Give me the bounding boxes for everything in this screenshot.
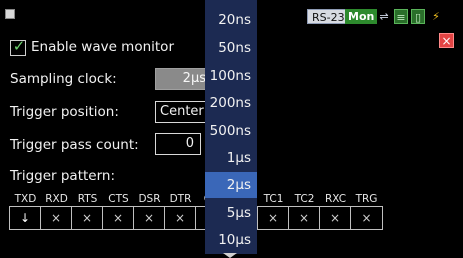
pattern-cell-dtr[interactable]: × — [165, 207, 196, 229]
pattern-cell-rts[interactable]: × — [72, 207, 103, 229]
wave-monitor-settings-screen: RS-232C Mon ⇌ ≡ ▯ ⚡ × ✓ Enable wave moni… — [0, 0, 463, 258]
signal-label-rts: RTS — [77, 193, 98, 205]
signal-label-dsr: DSR — [138, 193, 161, 205]
signal-label-dtr: DTR — [169, 193, 192, 205]
power-icon: ⚡ — [432, 10, 440, 23]
pattern-cell-tc2[interactable]: × — [289, 207, 320, 229]
signal-label-trg: TRG — [355, 193, 378, 205]
pattern-cell-rxd[interactable]: × — [41, 207, 72, 229]
lan-icon: ≡ — [394, 9, 408, 24]
trigger-pass-count-label: Trigger pass count: — [10, 137, 139, 153]
signal-label-tc1: TC1 — [263, 193, 284, 205]
close-button[interactable]: × — [439, 33, 454, 48]
pattern-cell-tc1[interactable]: × — [258, 207, 289, 229]
wave-monitor-label: Enable wave monitor — [31, 39, 174, 55]
sampling-clock-label: Sampling clock: — [10, 71, 117, 87]
sampling-clock-dropdown: 20ns 50ns 100ns 200ns 500ns 1μs 2μs 5μs … — [205, 0, 257, 254]
dropdown-option-500ns[interactable]: 500ns — [205, 118, 257, 144]
trigger-position-label: Trigger position: — [10, 104, 119, 120]
cable-icon: ⇌ — [379, 10, 389, 23]
dropdown-option-10us[interactable]: 10μs — [205, 227, 257, 253]
signal-label-tc2: TC2 — [294, 193, 315, 205]
dropdown-option-1us[interactable]: 1μs — [205, 145, 257, 171]
dropdown-option-50ns[interactable]: 50ns — [205, 35, 257, 61]
sd-card-icon: ▯ — [411, 9, 425, 24]
signal-label-cts: CTS — [108, 193, 129, 205]
dropdown-option-100ns[interactable]: 100ns — [205, 63, 257, 89]
pattern-cell-rxc[interactable]: × — [320, 207, 351, 229]
mode-badge: Mon — [345, 9, 378, 24]
signal-label-rxd: RXD — [45, 193, 68, 205]
pattern-cell-txd[interactable]: ↓ — [10, 207, 41, 229]
dropdown-option-5us[interactable]: 5μs — [205, 200, 257, 226]
pattern-cell-trg[interactable]: × — [351, 207, 382, 229]
trigger-pattern-grid: ↓ × × × × × × × × × × × — [9, 206, 383, 230]
wave-monitor-checkbox[interactable]: ✓ — [10, 37, 26, 56]
trigger-pass-count-input[interactable]: 0 — [155, 133, 201, 155]
scroll-down-arrow-icon[interactable] — [223, 253, 237, 258]
trigger-pattern-label: Trigger pattern: — [10, 168, 116, 184]
menu-square-icon[interactable] — [5, 9, 15, 19]
pattern-cell-cts[interactable]: × — [103, 207, 134, 229]
dropdown-option-200ns[interactable]: 200ns — [205, 90, 257, 116]
dropdown-option-20ns[interactable]: 20ns — [205, 7, 257, 33]
dropdown-option-2us[interactable]: 2μs — [205, 172, 257, 198]
pattern-cell-dsr[interactable]: × — [134, 207, 165, 229]
checkmark-icon: ✓ — [12, 37, 26, 55]
signal-label-txd: TXD — [14, 193, 37, 205]
signal-label-rxc: RXC — [324, 193, 347, 205]
